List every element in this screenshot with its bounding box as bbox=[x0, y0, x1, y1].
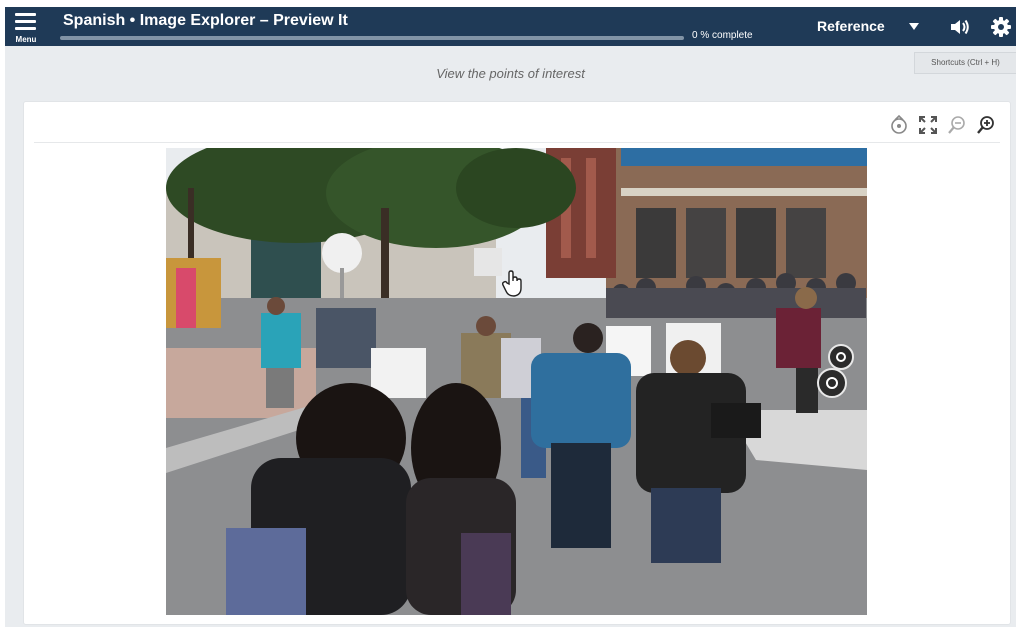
hand-cursor-icon bbox=[501, 270, 524, 298]
gear-icon[interactable] bbox=[990, 16, 1012, 38]
progress-text: 0 % complete bbox=[692, 30, 753, 41]
course-title: Spanish • Image Explorer – Preview It bbox=[63, 12, 348, 29]
menu-label: Menu bbox=[15, 35, 37, 44]
zoom-out-icon[interactable] bbox=[946, 114, 968, 136]
hotspot-marker-2[interactable] bbox=[817, 368, 847, 398]
hotspot-marker-1[interactable] bbox=[828, 344, 854, 370]
street-scene-image bbox=[166, 148, 867, 615]
fullscreen-icon[interactable] bbox=[917, 114, 939, 136]
menu-button[interactable]: Menu bbox=[11, 10, 41, 44]
speaker-icon[interactable] bbox=[949, 17, 971, 37]
reference-button[interactable]: Reference bbox=[817, 18, 885, 34]
app-frame: Menu Spanish • Image Explorer – Preview … bbox=[5, 7, 1016, 627]
reset-icon[interactable] bbox=[888, 114, 910, 136]
top-bar: Menu Spanish • Image Explorer – Preview … bbox=[5, 7, 1016, 46]
menu-icon bbox=[15, 13, 36, 34]
image-explorer-panel bbox=[23, 101, 1011, 625]
chevron-down-icon[interactable] bbox=[909, 23, 919, 30]
progress-bar bbox=[60, 36, 684, 40]
street-photo[interactable] bbox=[166, 148, 867, 615]
zoom-in-icon[interactable] bbox=[975, 114, 997, 136]
toolbar-divider bbox=[34, 142, 1000, 143]
instruction-text: View the points of interest bbox=[436, 66, 585, 81]
